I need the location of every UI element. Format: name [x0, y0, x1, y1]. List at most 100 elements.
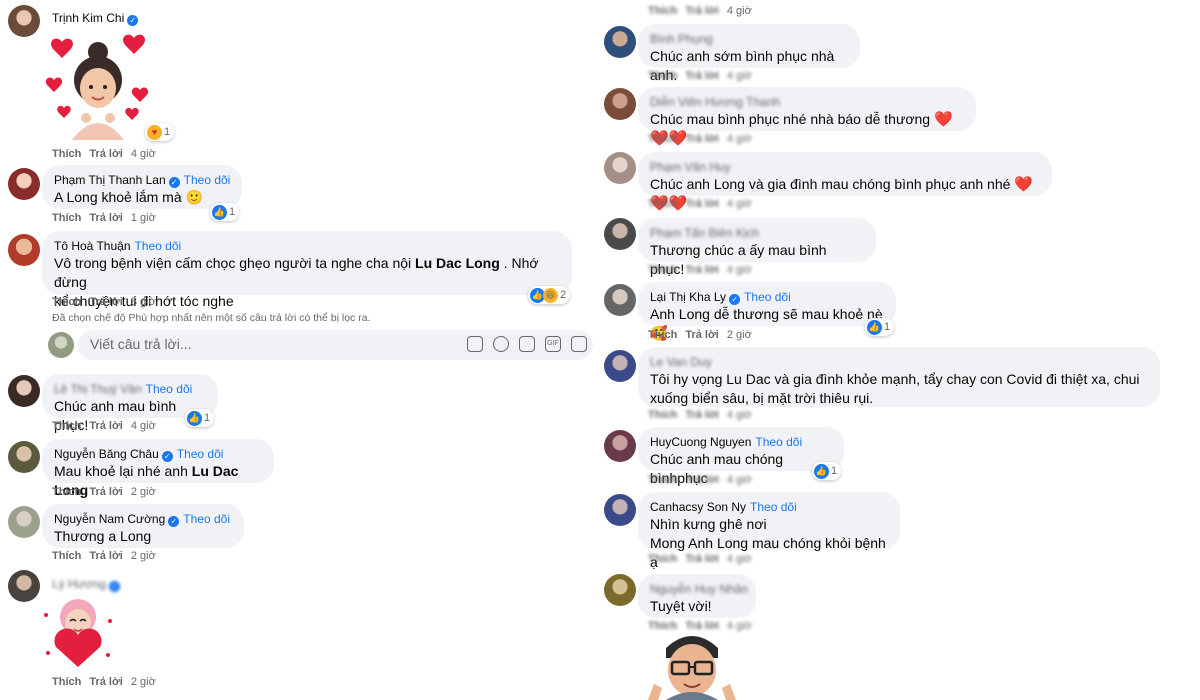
- reaction-summary[interactable]: 👍 1: [865, 318, 895, 336]
- reaction-summary[interactable]: 👍 😆 2: [528, 286, 571, 304]
- comment-time[interactable]: 4 giờ: [131, 148, 156, 160]
- avatar[interactable]: [8, 570, 40, 602]
- comment-time[interactable]: 4 giờ: [727, 553, 752, 565]
- comment-author[interactable]: Lê Thị Thuý Vân Theo dõi: [54, 381, 206, 397]
- like-link[interactable]: Thích: [648, 70, 677, 82]
- comment-time[interactable]: 2 giờ: [131, 676, 156, 688]
- avatar[interactable]: [604, 26, 636, 58]
- reply-link[interactable]: Trả lời: [685, 198, 719, 210]
- avatar[interactable]: [604, 88, 636, 120]
- comment-time[interactable]: 4 giờ: [727, 70, 752, 82]
- reply-link[interactable]: Trả lời: [89, 676, 123, 688]
- comment-author[interactable]: Tô Hoà Thuận Theo dõi: [54, 238, 560, 254]
- comment-author[interactable]: Bình Phụng: [650, 31, 848, 47]
- comment-author[interactable]: HuyCuong Nguyen Theo dõi: [650, 434, 832, 450]
- like-link[interactable]: Thích: [648, 198, 677, 210]
- comment-author[interactable]: Canhacsy Son Ny Theo dõi: [650, 499, 888, 515]
- like-link[interactable]: Thích: [648, 264, 677, 276]
- reply-link[interactable]: Trả lời: [685, 264, 719, 276]
- reply-link[interactable]: Trả lời: [685, 329, 719, 341]
- avatar[interactable]: [8, 506, 40, 538]
- comment-author[interactable]: Nguyễn Nam Cường ✓ Theo dõi: [54, 511, 232, 527]
- reaction-summary[interactable]: 👍 1: [185, 409, 215, 427]
- follow-link[interactable]: Theo dõi: [755, 435, 802, 449]
- avatar[interactable]: [604, 152, 636, 184]
- reply-link[interactable]: Trả lời: [685, 133, 719, 145]
- follow-link[interactable]: Theo dõi: [135, 239, 182, 253]
- reply-link[interactable]: Trả lời: [685, 70, 719, 82]
- reply-link[interactable]: Trả lời: [89, 148, 123, 160]
- comment-time[interactable]: 1 giờ: [131, 212, 156, 224]
- reply-input[interactable]: Viết câu trả lời... GIF: [78, 330, 593, 360]
- reaction-summary[interactable]: ♥ 1: [145, 123, 175, 141]
- comment-author[interactable]: Diễn Viên Hương Thanh: [650, 94, 964, 110]
- reaction-summary[interactable]: 👍 1: [210, 203, 240, 221]
- follow-link[interactable]: Theo dõi: [750, 500, 797, 514]
- follow-link[interactable]: Theo dõi: [177, 447, 224, 461]
- reply-link[interactable]: Trả lời: [89, 486, 123, 498]
- avatar[interactable]: [8, 441, 40, 473]
- avatar-sticker-icon[interactable]: [571, 336, 587, 352]
- reply-link[interactable]: Trả lời: [685, 474, 719, 486]
- comment-time[interactable]: 4 giờ: [727, 264, 752, 276]
- comment-time[interactable]: 4 giờ: [727, 474, 752, 486]
- gif-icon[interactable]: GIF: [545, 336, 561, 352]
- like-link[interactable]: Thích: [648, 553, 677, 565]
- avatar[interactable]: [604, 574, 636, 606]
- comment-author[interactable]: Phạm Thị Thanh Lan ✓ Theo dõi: [54, 172, 230, 188]
- like-link[interactable]: Thích: [648, 474, 677, 486]
- comment-time[interactable]: 4 giờ: [131, 420, 156, 432]
- like-link[interactable]: Thích: [648, 329, 677, 341]
- sticker-icon[interactable]: [467, 336, 483, 352]
- comment-author[interactable]: Nguyễn Băng Châu ✓ Theo dõi: [54, 446, 262, 462]
- avatar[interactable]: [8, 375, 40, 407]
- reply-link[interactable]: Trả lời: [685, 409, 719, 421]
- like-link[interactable]: Thích: [52, 420, 81, 432]
- avatar[interactable]: [604, 430, 636, 462]
- reply-link[interactable]: Trả lời: [685, 5, 719, 17]
- like-link[interactable]: Thích: [648, 5, 677, 17]
- like-link[interactable]: Thích: [52, 486, 81, 498]
- follow-link[interactable]: Theo dõi: [146, 382, 193, 396]
- comment-time[interactable]: 3 giờ: [131, 296, 156, 308]
- like-link[interactable]: Thích: [648, 409, 677, 421]
- follow-link[interactable]: Theo dõi: [744, 290, 791, 304]
- avatar[interactable]: [604, 284, 636, 316]
- reply-link[interactable]: Trả lời: [89, 296, 123, 308]
- avatar[interactable]: [604, 494, 636, 526]
- comment-time[interactable]: 2 giờ: [131, 486, 156, 498]
- comment-author[interactable]: Nguyễn Huy Nhân: [650, 581, 748, 597]
- comment-author[interactable]: Le Van Duy: [650, 354, 1148, 370]
- avatar[interactable]: [604, 218, 636, 250]
- reply-link[interactable]: Trả lời: [685, 553, 719, 565]
- like-link[interactable]: Thích: [648, 133, 677, 145]
- comment-author[interactable]: Phạm Tấn Biên Kịch: [650, 225, 864, 241]
- follow-link[interactable]: Theo dõi: [184, 173, 231, 187]
- emoji-icon[interactable]: [493, 336, 509, 352]
- comment-author[interactable]: Lý Hương ✓: [52, 576, 120, 592]
- like-link[interactable]: Thích: [52, 148, 81, 160]
- comment-author[interactable]: Lại Thị Kha Ly ✓ Theo dõi: [650, 289, 884, 305]
- like-link[interactable]: Thích: [52, 296, 81, 308]
- avatar[interactable]: [604, 350, 636, 382]
- comment-time[interactable]: 2 giờ: [131, 550, 156, 562]
- comment-author[interactable]: Trịnh Kim Chi ✓: [52, 10, 139, 26]
- comment-time[interactable]: 4 giờ: [727, 198, 752, 210]
- avatar[interactable]: [8, 234, 40, 266]
- comment-time[interactable]: 2 giờ: [727, 329, 752, 341]
- comment-time[interactable]: 4 giờ: [727, 409, 752, 421]
- reaction-summary[interactable]: 👍 1: [812, 462, 842, 480]
- like-link[interactable]: Thích: [52, 212, 81, 224]
- reply-link[interactable]: Trả lời: [89, 212, 123, 224]
- mentioned-user[interactable]: Lu Dac Long: [415, 255, 500, 271]
- like-link[interactable]: Thích: [52, 550, 81, 562]
- comment-time[interactable]: 4 giờ: [727, 133, 752, 145]
- like-link[interactable]: Thích: [52, 676, 81, 688]
- avatar[interactable]: [8, 168, 40, 200]
- comment-author[interactable]: Phạm Văn Huy: [650, 159, 1040, 175]
- follow-link[interactable]: Theo dõi: [183, 512, 230, 526]
- avatar[interactable]: [8, 5, 40, 37]
- comment-time[interactable]: 4 giờ: [727, 5, 752, 17]
- reply-link[interactable]: Trả lời: [89, 420, 123, 432]
- camera-icon[interactable]: [519, 336, 535, 352]
